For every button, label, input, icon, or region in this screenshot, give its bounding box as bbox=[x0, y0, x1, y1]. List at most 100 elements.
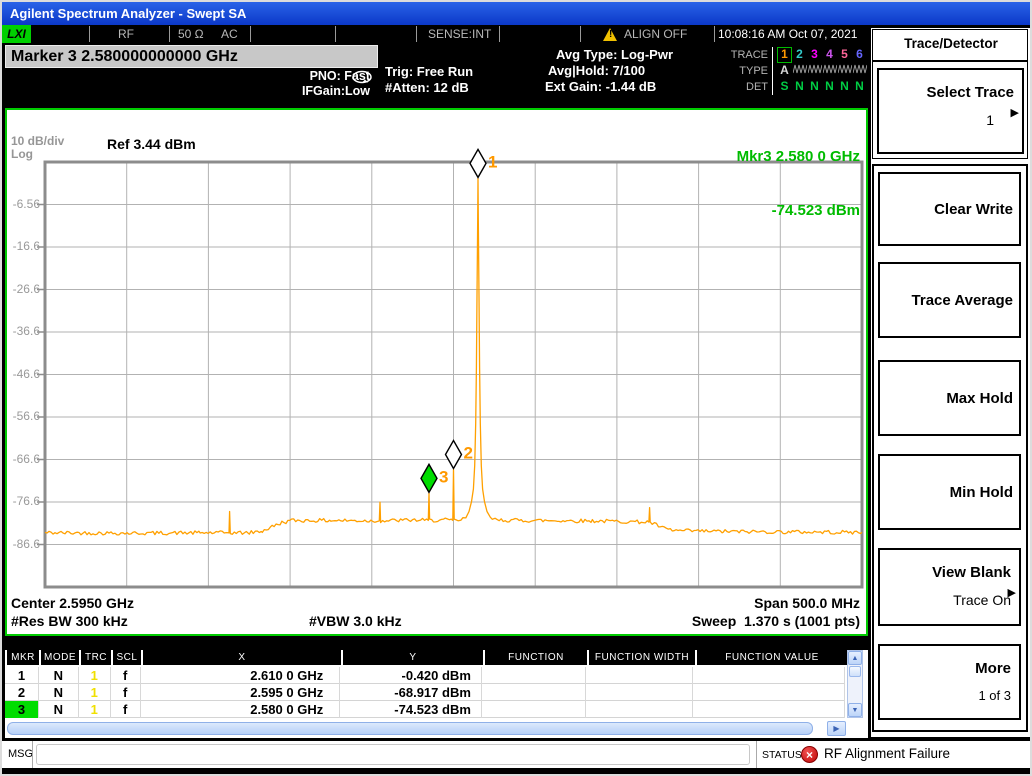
svg-text:1: 1 bbox=[488, 152, 497, 171]
trace-number-4: 4 bbox=[822, 47, 837, 63]
marker-table-row-2[interactable]: 2N1f2.595 0 GHz-68.917 dBm bbox=[5, 684, 845, 701]
softkey-menu-title: Trace/Detector bbox=[874, 36, 1028, 51]
softkey-label: Clear Write bbox=[934, 201, 1019, 218]
trace-detector-S: S bbox=[777, 79, 792, 95]
cell-mode: N bbox=[39, 667, 79, 684]
cell-mkr: 3 bbox=[5, 701, 39, 718]
cell-function_value bbox=[693, 684, 845, 701]
softkey-select-trace[interactable]: 1▶Select Trace bbox=[877, 68, 1024, 154]
cell-mode: N bbox=[39, 701, 79, 718]
softkey-value: 1 bbox=[986, 112, 994, 128]
menu-title-separator bbox=[873, 60, 1028, 62]
cell-trc: 1 bbox=[79, 667, 111, 684]
footer-divider bbox=[32, 741, 33, 768]
column-header-function: FUNCTION bbox=[485, 650, 587, 665]
trace-type-clearwrite-icon bbox=[822, 63, 837, 79]
cell-y: -0.420 dBm bbox=[340, 667, 482, 684]
trace-numbers-row: 123456 bbox=[772, 47, 867, 63]
marker-3: 3 bbox=[421, 464, 448, 492]
ref-level-label: Ref 3.44 dBm bbox=[107, 136, 196, 152]
softkey-view-blank[interactable]: Trace On▶View Blank bbox=[878, 548, 1021, 626]
softkey-button-group: Clear Write Trace Average Max Hold Min Hold… bbox=[872, 164, 1028, 732]
trace-types-row: A bbox=[772, 63, 867, 79]
marker-readout: Mkr3 2.580 0 GHz -74.523 dBm bbox=[737, 112, 860, 256]
vertical-scroll-thumb[interactable] bbox=[849, 666, 861, 677]
status-divider bbox=[580, 26, 581, 42]
y-tick-label: -56.6 bbox=[7, 409, 40, 423]
softkey-menu-group: Trace/Detector 1▶Select Trace bbox=[872, 29, 1028, 159]
cell-trc: 1 bbox=[79, 701, 111, 718]
error-status-icon: × bbox=[801, 746, 818, 763]
softkey-trace-average[interactable]: Trace Average bbox=[878, 262, 1021, 338]
trace-type-average: A bbox=[777, 63, 792, 79]
column-header-y: Y bbox=[343, 650, 483, 665]
window-title: Agilent Spectrum Analyzer - Swept SA bbox=[10, 6, 246, 21]
instrument-screen: Agilent Spectrum Analyzer - Swept SA LXI… bbox=[0, 0, 1032, 776]
ifgain-indicator: IFGain:Low bbox=[270, 84, 370, 98]
scale-per-div-label: 10 dB/div bbox=[11, 134, 64, 148]
y-tick-label: -66.6 bbox=[7, 452, 40, 466]
align-warning-bang: ! bbox=[609, 29, 612, 40]
cell-mode: N bbox=[39, 684, 79, 701]
type-row-label: TYPE bbox=[712, 65, 768, 77]
bottom-status-bar: MSG STATUS × RF Alignment Failure bbox=[2, 741, 1030, 768]
trace-detector-N: N bbox=[837, 79, 852, 95]
span-label: Span 500.0 MHz bbox=[754, 595, 860, 611]
cell-function_width bbox=[586, 701, 694, 718]
y-tick-label: -86.6 bbox=[7, 537, 40, 551]
cell-x: 2.595 0 GHz bbox=[141, 684, 341, 701]
cell-y: -74.523 dBm bbox=[340, 701, 482, 718]
footer-divider bbox=[756, 741, 757, 768]
svg-text:3: 3 bbox=[439, 467, 448, 486]
log-scale-label: Log bbox=[11, 147, 33, 161]
softkey-label: Max Hold bbox=[946, 390, 1019, 407]
status-divider bbox=[499, 26, 500, 42]
column-header-x: X bbox=[143, 650, 341, 665]
y-tick-label: -36.6 bbox=[7, 324, 40, 338]
cell-x: 2.580 0 GHz bbox=[141, 701, 341, 718]
scroll-down-button[interactable]: ▼ bbox=[848, 703, 862, 717]
scroll-up-button[interactable]: ▲ bbox=[848, 651, 862, 665]
cell-function_value bbox=[693, 667, 845, 684]
det-row-label: DET bbox=[712, 81, 768, 93]
trace-number-5: 5 bbox=[837, 47, 852, 63]
cell-mkr: 1 bbox=[5, 667, 39, 684]
status-label: STATUS bbox=[762, 749, 802, 761]
status-message: RF Alignment Failure bbox=[824, 746, 950, 761]
attenuation-indicator: #Atten: 12 dB bbox=[385, 80, 469, 95]
marker-table-row-3[interactable]: 3N1f2.580 0 GHz-74.523 dBm bbox=[5, 701, 845, 718]
y-tick-label: -6.56 bbox=[7, 197, 40, 211]
trace-detector-N: N bbox=[822, 79, 837, 95]
horizontal-scroll-thumb[interactable] bbox=[7, 722, 813, 735]
align-off-indicator: ALIGN OFF bbox=[624, 27, 687, 41]
y-tick-label: -76.6 bbox=[7, 494, 40, 508]
ext-gain-indicator: Ext Gain: -1.44 dB bbox=[545, 79, 656, 94]
trace-type-clearwrite-icon bbox=[792, 63, 807, 79]
center-freq-label: Center 2.5950 GHz bbox=[11, 595, 134, 611]
spectrum-display: 123 Mkr3 2.580 0 GHz -74.523 dBm 10 dB/d… bbox=[5, 108, 868, 636]
window-titlebar[interactable]: Agilent Spectrum Analyzer - Swept SA bbox=[2, 2, 1030, 25]
cell-function_width bbox=[586, 684, 694, 701]
scroll-right-button[interactable]: ▶ bbox=[827, 721, 846, 736]
softkey-max-hold[interactable]: Max Hold bbox=[878, 360, 1021, 436]
softkey-min-hold[interactable]: Min Hold bbox=[878, 454, 1021, 530]
cell-x: 2.610 0 GHz bbox=[141, 667, 341, 684]
softkey-value: 1 of 3 bbox=[978, 688, 1011, 703]
status-divider bbox=[714, 26, 715, 42]
cell-function bbox=[482, 684, 586, 701]
cell-mkr: 2 bbox=[5, 684, 39, 701]
cell-function bbox=[482, 701, 586, 718]
softkey-clear-write[interactable]: Clear Write bbox=[878, 172, 1021, 246]
vertical-scrollbar[interactable]: ▲ ▼ bbox=[847, 650, 863, 718]
cell-function_value bbox=[693, 701, 845, 718]
cell-scl: f bbox=[111, 684, 141, 701]
column-header-mkr: MKR bbox=[7, 650, 39, 665]
cell-function_width bbox=[586, 667, 694, 684]
marker-annunciator: Marker 3 2.580000000000 GHz bbox=[5, 45, 378, 68]
marker-table-row-1[interactable]: 1N1f2.610 0 GHz-0.420 dBm bbox=[5, 667, 845, 684]
softkey-more[interactable]: 1 of 3More bbox=[878, 644, 1021, 720]
trace-row-label: TRACE bbox=[712, 49, 768, 61]
horizontal-scrollbar[interactable]: ▶ bbox=[5, 720, 863, 738]
cell-trc: 1 bbox=[79, 684, 111, 701]
trace-detector-N: N bbox=[852, 79, 867, 95]
